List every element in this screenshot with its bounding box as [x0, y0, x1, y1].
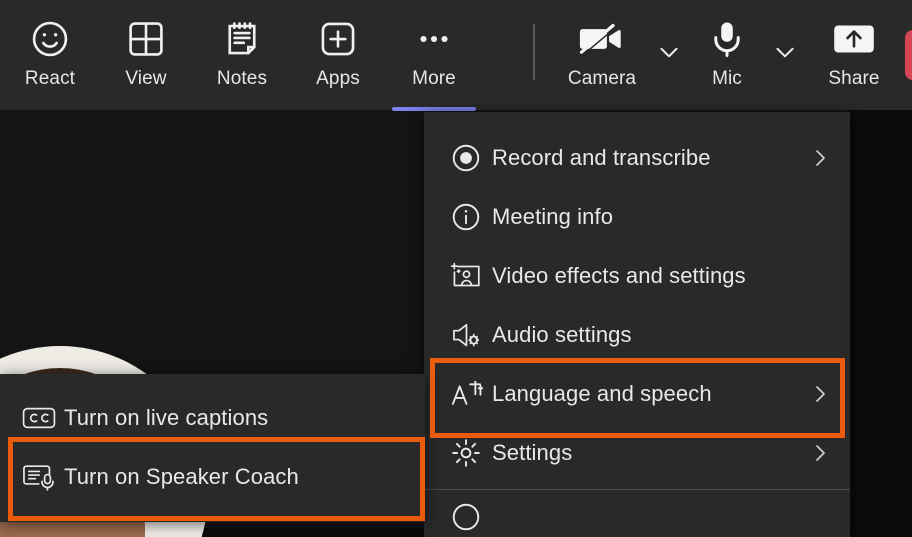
video-off-icon	[579, 16, 625, 62]
chevron-right-icon	[806, 382, 832, 406]
plus-square-icon	[317, 16, 359, 62]
microphone-icon	[706, 16, 748, 62]
closed-captions-icon	[22, 401, 64, 435]
emoji-smiley-icon	[29, 16, 71, 62]
chevron-down-icon	[656, 39, 682, 65]
menu-item-label: Record and transcribe	[492, 144, 711, 170]
more-label: More	[412, 68, 456, 89]
notes-icon	[221, 16, 263, 62]
mic-label: Mic	[712, 68, 742, 89]
translate-icon	[450, 377, 492, 411]
notes-label: Notes	[216, 68, 268, 89]
chevron-down-icon	[772, 39, 798, 65]
camera-options-button[interactable]	[652, 0, 686, 100]
more-menu-popup: Record and transcribe Meeting info Video…	[424, 112, 850, 537]
video-effects-icon	[450, 259, 492, 293]
menu-item-label: Settings	[492, 439, 573, 465]
teams-meeting-window: React View Notes Apps More Camera Mic Sh…	[0, 0, 912, 537]
menu-item-label: Meeting info	[492, 203, 614, 229]
view-button[interactable]: View	[98, 0, 194, 100]
toolbar-primary-group: React View Notes Apps More	[2, 0, 482, 111]
menu-item-label: Video effects and settings	[492, 262, 746, 288]
gear-icon	[450, 436, 492, 470]
camera-label: Camera	[567, 68, 637, 89]
mic-button[interactable]: Mic	[686, 0, 768, 100]
menu-item-label: Audio settings	[492, 321, 632, 347]
menu-item-audio-settings[interactable]: Audio settings	[424, 305, 850, 364]
speaker-gear-icon	[450, 318, 492, 352]
circle-icon	[450, 500, 492, 534]
chevron-right-icon	[806, 146, 832, 170]
apps-button[interactable]: Apps	[290, 0, 386, 100]
meeting-toolbar: React View Notes Apps More Camera Mic Sh…	[0, 0, 912, 111]
speaker-coach-icon	[22, 460, 64, 494]
ellipsis-icon	[413, 16, 455, 62]
share-label: Share	[828, 68, 880, 89]
apps-label: Apps	[316, 68, 360, 89]
menu-item-label: Turn on live captions	[64, 404, 269, 430]
share-button[interactable]: Share	[802, 0, 906, 100]
record-circle-icon	[450, 141, 492, 175]
menu-item-label: Language and speech	[492, 380, 712, 406]
more-active-indicator	[392, 107, 476, 111]
more-button[interactable]: More	[386, 0, 482, 111]
mic-options-button[interactable]	[768, 0, 802, 100]
menu-item-turn-on-live-captions[interactable]: Turn on live captions	[0, 388, 425, 447]
menu-item-language-and-speech[interactable]: Language and speech	[424, 364, 850, 423]
chevron-right-icon	[806, 441, 832, 465]
share-up-arrow-icon	[832, 16, 876, 62]
menu-item-settings[interactable]: Settings	[424, 423, 850, 482]
react-button[interactable]: React	[2, 0, 98, 100]
view-label: View	[125, 68, 167, 89]
menu-item-meeting-info[interactable]: Meeting info	[424, 187, 850, 246]
menu-item-record-and-transcribe[interactable]: Record and transcribe	[424, 128, 850, 187]
toolbar-device-group: Camera Mic Share	[552, 0, 906, 110]
menu-item-turn-on-speaker-coach[interactable]: Turn on Speaker Coach	[0, 447, 425, 506]
language-and-speech-submenu-popup: Turn on live captions Turn on Speaker Co…	[0, 374, 425, 522]
menu-item-video-effects-and-settings[interactable]: Video effects and settings	[424, 246, 850, 305]
react-label: React	[24, 68, 76, 89]
camera-button[interactable]: Camera	[552, 0, 652, 100]
menu-item-partially-visible[interactable]	[424, 490, 850, 531]
toolbar-divider	[533, 24, 535, 80]
notes-button[interactable]: Notes	[194, 0, 290, 100]
grid-view-icon	[125, 16, 167, 62]
info-circle-icon	[450, 200, 492, 234]
menu-item-label: Turn on Speaker Coach	[64, 463, 299, 489]
leave-call-button[interactable]	[905, 30, 912, 80]
